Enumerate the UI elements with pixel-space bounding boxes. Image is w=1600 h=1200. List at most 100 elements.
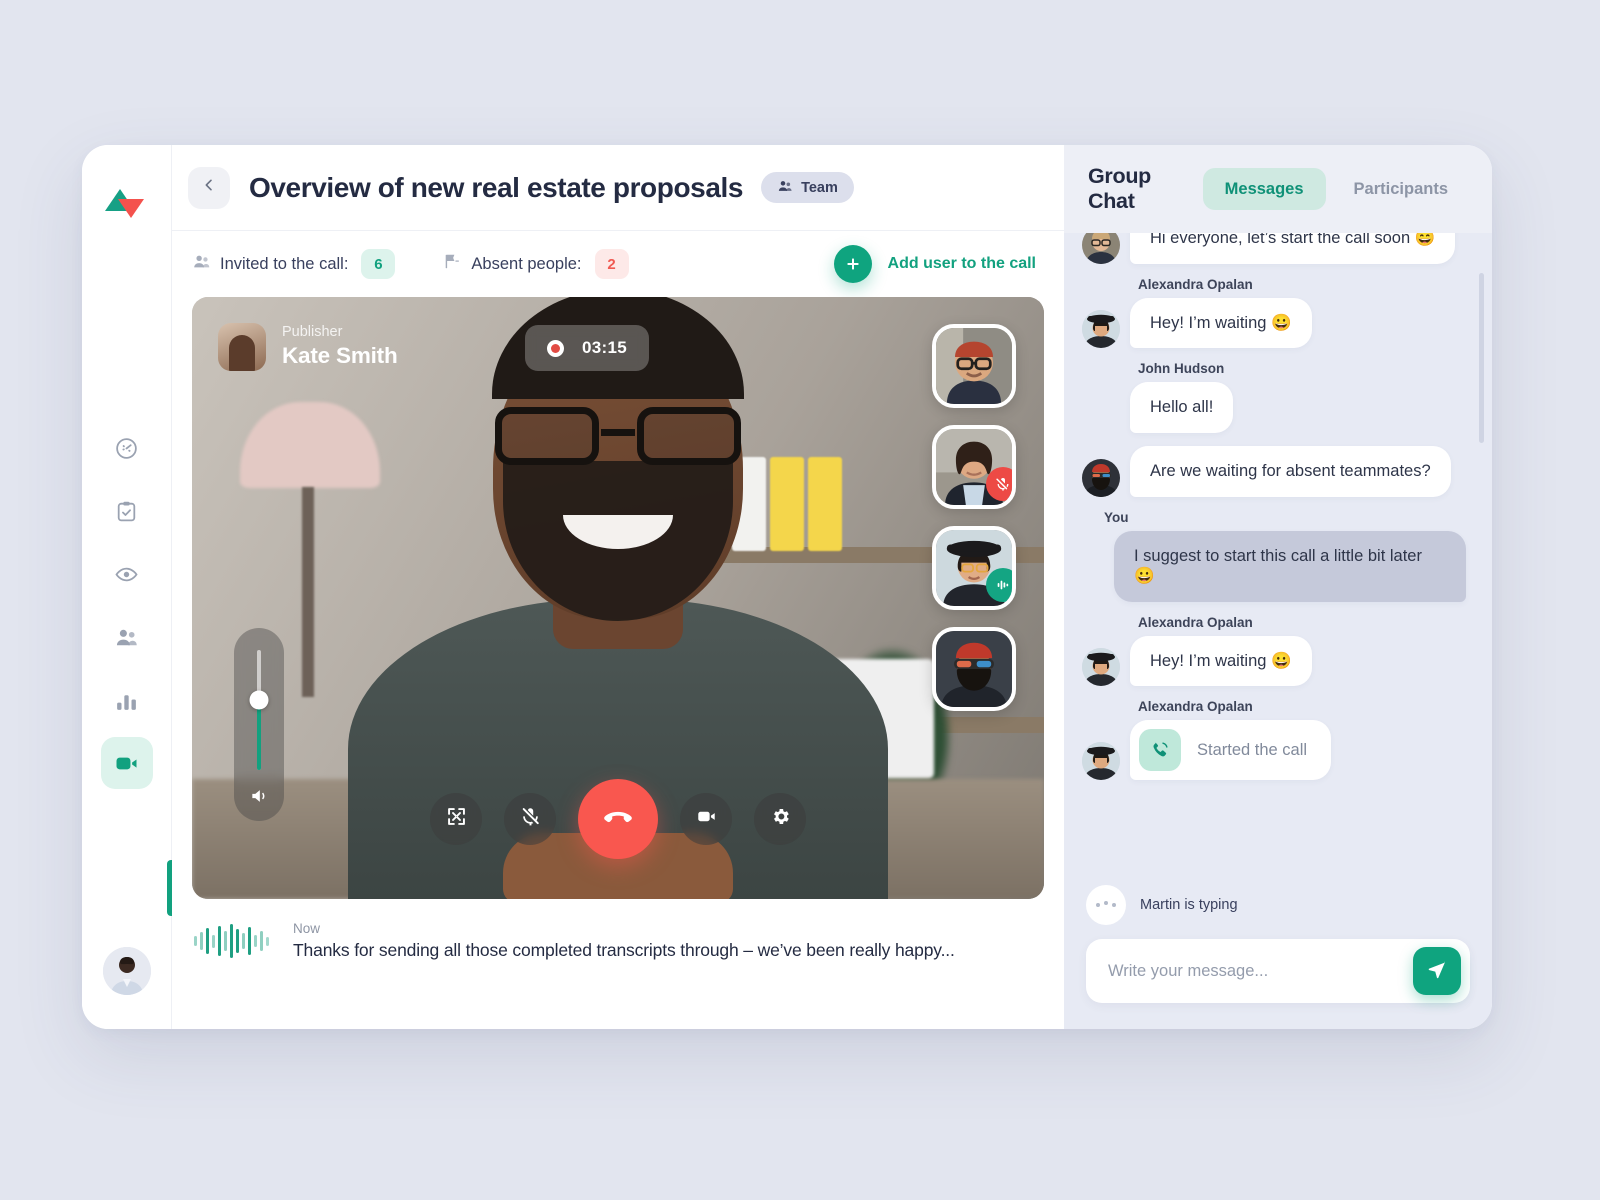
invited-stat: Invited to the call: 6 <box>192 249 396 279</box>
transcript-time: Now <box>293 921 321 936</box>
call-controls <box>430 779 806 859</box>
flag-icon <box>443 252 462 276</box>
video-camera-icon <box>114 751 139 776</box>
chat-scrollbar[interactable] <box>1479 273 1484 443</box>
sidebar-item-contacts[interactable] <box>101 611 153 663</box>
mic-mute-button[interactable] <box>504 793 556 845</box>
send-button[interactable] <box>1413 947 1461 995</box>
user-avatar[interactable] <box>102 947 151 995</box>
chat-message: Alexandra Opalan Started the call <box>1082 699 1466 781</box>
absent-stat: Absent people: 2 <box>443 249 629 279</box>
transcript-text: Thanks for sending all those completed t… <box>293 940 955 960</box>
video-camera-icon <box>696 806 717 832</box>
chat-message: You I suggest to start this call a littl… <box>1082 510 1466 602</box>
back-button[interactable] <box>188 166 230 209</box>
sidebar-item-tasks[interactable] <box>101 485 153 537</box>
participant-thumb-2[interactable] <box>932 425 1016 509</box>
sidebar-item-watch[interactable] <box>101 548 153 600</box>
chat-bubble: I suggest to start this call a little bi… <box>1114 530 1466 602</box>
volume-fill <box>257 700 261 770</box>
chat-sender: You <box>1104 509 1129 525</box>
chat-header: Group Chat Messages Participants <box>1064 145 1492 233</box>
volume-knob[interactable] <box>249 690 269 710</box>
tab-participants-label: Participants <box>1353 179 1448 198</box>
chat-message: Are we waiting for absent teammates? <box>1082 445 1466 497</box>
transcript-bar: Now Thanks for sending all those complet… <box>172 899 1064 961</box>
avatar-alexandra <box>1082 648 1120 687</box>
phone-call-icon <box>1139 729 1181 772</box>
video-stage-wrapper: Publisher Kate Smith 03:15 <box>172 297 1064 899</box>
chat-tabs: Messages Participants <box>1202 168 1470 210</box>
record-dot-icon <box>547 339 564 357</box>
participant-thumb-4[interactable] <box>932 627 1016 711</box>
participant-thumb-1[interactable] <box>932 324 1016 408</box>
bar-chart-icon <box>114 688 139 713</box>
typing-indicator: Martin is typing <box>1064 885 1492 939</box>
hangup-button[interactable] <box>578 779 658 859</box>
chat-message: Alexandra Opalan Hey! I’m waiting 😀 <box>1082 615 1466 687</box>
timer-text: 03:15 <box>582 338 627 357</box>
settings-button[interactable] <box>754 793 806 845</box>
sidebar-item-statistics[interactable] <box>101 674 153 726</box>
chat-bubble: Hi everyone, let’s start the call soon 😄 <box>1130 233 1456 264</box>
chat-panel: Group Chat Messages Participants Hi ever… <box>1064 145 1492 1029</box>
chat-sender: Alexandra Opalan <box>1138 614 1253 630</box>
tab-messages-label: Messages <box>1224 179 1304 198</box>
logo-triangle-down <box>117 199 144 218</box>
volume-track[interactable] <box>249 650 269 770</box>
speaker-icon[interactable] <box>249 786 269 811</box>
recording-timer: 03:15 <box>525 325 649 371</box>
avatar-martin <box>1082 458 1120 497</box>
team-icon <box>777 178 793 198</box>
chat-bubble: Hey! I’m waiting 😀 <box>1130 297 1312 349</box>
avatar-alexandra <box>1082 310 1120 349</box>
camera-button[interactable] <box>680 793 732 845</box>
people-icon <box>114 625 139 650</box>
phone-hangup-icon <box>602 801 634 838</box>
mic-muted-icon <box>986 467 1012 501</box>
invited-label: Invited to the call: <box>220 254 349 273</box>
tab-participants[interactable]: Participants <box>1332 168 1470 210</box>
video-stage[interactable]: Publisher Kate Smith 03:15 <box>192 297 1044 899</box>
people-icon <box>192 252 211 276</box>
tab-messages[interactable]: Messages <box>1202 168 1326 210</box>
fullscreen-button[interactable] <box>430 793 482 845</box>
chat-bubble: Are we waiting for absent teammates? <box>1130 445 1451 497</box>
participant-thumb-3[interactable] <box>932 526 1016 610</box>
add-user-label: Add user to the call <box>887 255 1036 272</box>
sidebar-item-video-call[interactable] <box>100 737 153 789</box>
typing-dots-icon <box>1086 885 1126 925</box>
eye-icon <box>114 562 139 587</box>
participant-thumbnails <box>932 324 1016 711</box>
chevron-left-icon <box>201 177 217 198</box>
app-window: Overview of new real estate proposals Te… <box>82 145 1492 1029</box>
send-icon <box>1427 960 1447 983</box>
chat-sender: John Hudson <box>1138 361 1225 377</box>
dashboard-icon <box>114 436 139 461</box>
chat-message-list[interactable]: Hi everyone, let’s start the call soon 😄… <box>1064 233 1492 885</box>
publisher-role: Publisher <box>282 324 343 341</box>
background-lamp-stand <box>302 487 314 697</box>
logo-triangles-icon[interactable] <box>104 187 149 227</box>
call-meta-bar: Invited to the call: 6 Absent people: 2 <box>172 231 1064 297</box>
sidebar-item-dashboard[interactable] <box>101 422 153 474</box>
team-chip[interactable]: Team <box>761 172 854 203</box>
publisher-badge: Publisher Kate Smith <box>218 323 398 371</box>
mic-off-icon <box>520 806 541 832</box>
chat-bubble-text: Started the call <box>1197 741 1308 760</box>
sidebar-active-indicator <box>167 860 172 916</box>
chat-message: Hi everyone, let’s start the call soon 😄 <box>1082 233 1466 264</box>
avatar-john <box>1082 233 1120 264</box>
volume-slider[interactable] <box>234 628 284 821</box>
team-chip-label: Team <box>801 179 838 196</box>
avatar-alexandra <box>1082 742 1120 781</box>
chat-bubble-call-event: Started the call <box>1130 720 1332 781</box>
audio-waveform-icon <box>194 923 269 959</box>
message-input[interactable] <box>1108 961 1413 981</box>
chat-title: Group Chat <box>1088 164 1151 213</box>
message-composer <box>1086 939 1470 1003</box>
gear-icon <box>770 806 791 832</box>
add-user-button[interactable]: Add user to the call <box>833 245 1036 283</box>
chat-sender: Alexandra Opalan <box>1138 699 1253 715</box>
page-header: Overview of new real estate proposals Te… <box>172 145 1064 231</box>
